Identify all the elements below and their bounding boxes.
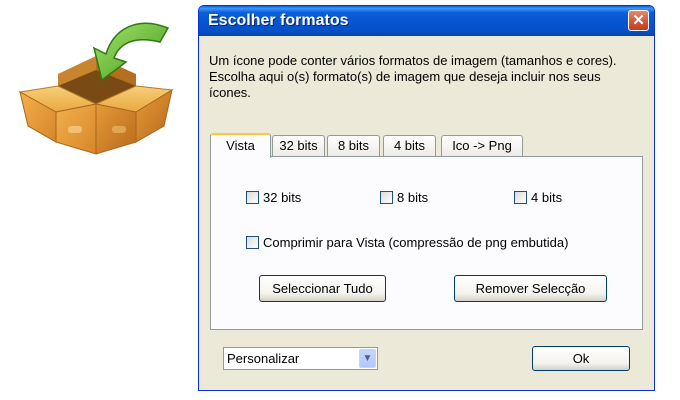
checkbox-label: 8 bits bbox=[397, 190, 429, 205]
ok-button[interactable]: Ok bbox=[532, 346, 630, 371]
checkbox-label: Comprimir para Vista (compressão de png … bbox=[263, 235, 569, 250]
title-bar[interactable]: Escolher formatos ✕ bbox=[199, 6, 654, 36]
tab-vista[interactable]: Vista bbox=[210, 133, 271, 158]
tab-4-bits[interactable]: 4 bits bbox=[383, 135, 436, 156]
tab-ico-png[interactable]: Ico -> Png bbox=[441, 135, 523, 156]
dialog-title: Escolher formatos bbox=[208, 12, 349, 29]
remove-selection-button[interactable]: Remover Selecção bbox=[454, 275, 607, 302]
checkbox-box[interactable] bbox=[246, 191, 259, 204]
checkbox-8-bits[interactable]: 8 bits bbox=[380, 190, 428, 205]
checkbox-compress-vista[interactable]: Comprimir para Vista (compressão de png … bbox=[246, 235, 568, 250]
checkbox-box[interactable] bbox=[380, 191, 393, 204]
tab-panel-vista: 32 bits 8 bits 4 bits Comprimir para Vis… bbox=[210, 156, 643, 330]
box-with-arrow-icon bbox=[18, 22, 174, 155]
chevron-down-icon[interactable]: ▼ bbox=[359, 349, 376, 368]
tab-8-bits[interactable]: 8 bits bbox=[327, 135, 380, 156]
checkbox-label: 4 bits bbox=[531, 190, 563, 205]
checkbox-label: 32 bits bbox=[263, 190, 302, 205]
checkbox-box[interactable] bbox=[514, 191, 527, 204]
checkbox-32-bits[interactable]: 32 bits bbox=[246, 190, 301, 205]
preset-dropdown[interactable]: Personalizar ▼ bbox=[223, 347, 378, 370]
tab-32-bits[interactable]: 32 bits bbox=[272, 135, 325, 156]
close-icon: ✕ bbox=[632, 12, 645, 29]
checkbox-box[interactable] bbox=[246, 236, 259, 249]
choose-formats-dialog: Escolher formatos ✕ Um ícone pode conter… bbox=[198, 5, 655, 391]
select-all-button[interactable]: Seleccionar Tudo bbox=[259, 275, 386, 302]
close-button[interactable]: ✕ bbox=[628, 10, 649, 31]
checkbox-4-bits[interactable]: 4 bits bbox=[514, 190, 562, 205]
preset-value: Personalizar bbox=[227, 351, 300, 366]
description-text: Um ícone pode conter vários formatos de … bbox=[209, 53, 617, 100]
